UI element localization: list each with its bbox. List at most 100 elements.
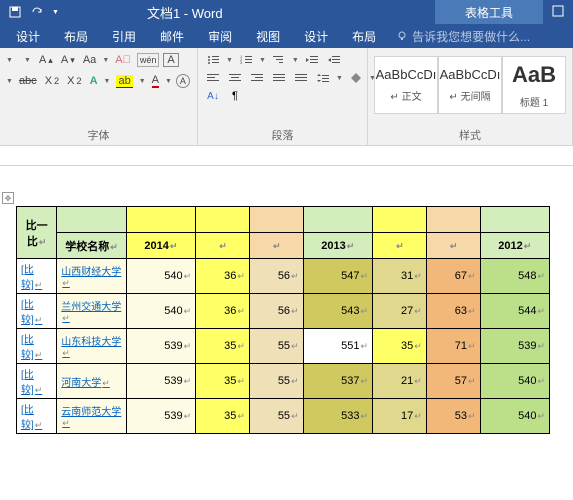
clear-format-button[interactable]: A⃠: [113, 52, 133, 68]
data-cell[interactable]: 36↵: [196, 259, 250, 294]
col-header[interactable]: 2014↵: [126, 233, 195, 259]
spacing-dropdown-icon[interactable]: ▼: [336, 75, 343, 82]
tell-me-search[interactable]: 告诉我您想要做什么...: [388, 28, 530, 45]
data-cell[interactable]: 21↵: [373, 364, 427, 399]
school-cell[interactable]: 河南大学↵: [57, 364, 126, 399]
data-cell[interactable]: 56↵: [249, 294, 303, 329]
data-cell[interactable]: 35↵: [196, 364, 250, 399]
tab-layout[interactable]: 布局: [52, 24, 100, 48]
col-header[interactable]: 2013↵: [303, 233, 372, 259]
compare-link[interactable]: [比较]↵: [17, 329, 57, 364]
grow-font-button[interactable]: A▴: [37, 52, 55, 68]
data-cell[interactable]: 17↵: [373, 399, 427, 434]
shading-button[interactable]: [347, 70, 365, 86]
distribute-button[interactable]: [292, 70, 310, 86]
style-heading1[interactable]: AaB 标题 1: [502, 56, 566, 114]
data-cell[interactable]: 63↵: [426, 294, 480, 329]
qat-dropdown-icon[interactable]: ▼: [52, 9, 59, 16]
data-cell[interactable]: 539↵: [126, 399, 195, 434]
data-cell[interactable]: 35↵: [373, 329, 427, 364]
col-header[interactable]: 2012↵: [480, 233, 550, 259]
data-cell[interactable]: 540↵: [126, 294, 195, 329]
redo-icon[interactable]: [30, 5, 44, 19]
data-cell[interactable]: 533↵: [303, 399, 372, 434]
data-cell[interactable]: 540↵: [126, 259, 195, 294]
numbering-dropdown-icon[interactable]: ▼: [259, 57, 266, 64]
col-header[interactable]: ↵: [426, 233, 480, 259]
font-color-button[interactable]: A: [150, 72, 161, 90]
sort-button[interactable]: A↓: [204, 88, 222, 104]
tab-table-design[interactable]: 设计: [292, 24, 340, 48]
multilevel-dropdown-icon[interactable]: ▼: [292, 57, 299, 64]
highlight-button[interactable]: ab: [114, 73, 134, 90]
data-cell[interactable]: 57↵: [426, 364, 480, 399]
tab-review[interactable]: 审阅: [196, 24, 244, 48]
tab-design[interactable]: 设计: [4, 24, 52, 48]
superscript-button[interactable]: X2: [65, 73, 83, 89]
data-cell[interactable]: 544↵: [480, 294, 550, 329]
data-cell[interactable]: 547↵: [303, 259, 372, 294]
school-cell[interactable]: 山西财经大学↵: [57, 259, 126, 294]
data-cell[interactable]: 540↵: [480, 364, 550, 399]
highlight-dropdown-icon[interactable]: ▼: [139, 78, 146, 85]
align-justify-button[interactable]: [270, 70, 288, 86]
data-table[interactable]: 比一比↵ 学校名称↵ 2014↵ ↵ ↵ 2013↵ ↵ ↵ 2012↵ [比较…: [16, 206, 550, 434]
school-cell[interactable]: 兰州交通大学↵: [57, 294, 126, 329]
tab-mailings[interactable]: 邮件: [148, 24, 196, 48]
tab-references[interactable]: 引用: [100, 24, 148, 48]
increase-indent-button[interactable]: [325, 52, 343, 68]
compare-link[interactable]: [比较]↵: [17, 399, 57, 434]
font-dropdown-icon[interactable]: ▼: [6, 57, 13, 64]
data-cell[interactable]: 67↵: [426, 259, 480, 294]
fontcolor-dropdown-icon[interactable]: ▼: [165, 78, 172, 85]
data-cell[interactable]: 543↵: [303, 294, 372, 329]
enclose-char-button[interactable]: A: [176, 74, 190, 88]
school-cell[interactable]: 云南师范大学↵: [57, 399, 126, 434]
text-effects-button[interactable]: A: [88, 73, 100, 89]
table-move-handle[interactable]: ✥: [2, 192, 14, 204]
phonetic-button[interactable]: wén: [137, 53, 160, 67]
data-cell[interactable]: 551↵: [303, 329, 372, 364]
case-dropdown-icon[interactable]: ▼: [102, 57, 109, 64]
data-cell[interactable]: 539↵: [126, 329, 195, 364]
minimize-icon[interactable]: [551, 7, 565, 21]
data-cell[interactable]: 56↵: [249, 259, 303, 294]
data-cell[interactable]: 539↵: [480, 329, 550, 364]
change-case-button[interactable]: Aa: [81, 52, 98, 68]
align-left-button[interactable]: [204, 70, 222, 86]
compare-link[interactable]: [比较]↵: [17, 259, 57, 294]
style-normal[interactable]: AaBbCcDı ↵ 正文: [374, 56, 438, 114]
data-cell[interactable]: 537↵: [303, 364, 372, 399]
bullets-button[interactable]: [204, 52, 222, 68]
tab-table-layout[interactable]: 布局: [340, 24, 388, 48]
strikethrough-button[interactable]: abc: [17, 73, 39, 89]
col-header[interactable]: ↵: [249, 233, 303, 259]
subscript-button[interactable]: X2: [43, 73, 61, 89]
col-header[interactable]: 学校名称↵: [57, 233, 126, 259]
ruler[interactable]: [0, 146, 573, 166]
corner-header[interactable]: 比一比↵: [17, 207, 57, 259]
data-cell[interactable]: 53↵: [426, 399, 480, 434]
data-cell[interactable]: 36↵: [196, 294, 250, 329]
data-cell[interactable]: 55↵: [249, 329, 303, 364]
col-header[interactable]: ↵: [373, 233, 427, 259]
save-icon[interactable]: [8, 5, 22, 19]
data-cell[interactable]: 55↵: [249, 399, 303, 434]
shrink-font-button[interactable]: A▾: [59, 52, 77, 68]
align-center-button[interactable]: [226, 70, 244, 86]
multilevel-button[interactable]: [270, 52, 288, 68]
underline-dropdown-icon[interactable]: ▼: [6, 78, 13, 85]
data-cell[interactable]: 71↵: [426, 329, 480, 364]
line-spacing-button[interactable]: [314, 70, 332, 86]
show-marks-button[interactable]: ¶: [226, 88, 244, 104]
compare-link[interactable]: [比较]↵: [17, 294, 57, 329]
tab-view[interactable]: 视图: [244, 24, 292, 48]
style-no-spacing[interactable]: AaBbCcDı ↵ 无间隔: [438, 56, 502, 114]
data-cell[interactable]: 35↵: [196, 329, 250, 364]
data-cell[interactable]: 540↵: [480, 399, 550, 434]
align-right-button[interactable]: [248, 70, 266, 86]
data-cell[interactable]: 548↵: [480, 259, 550, 294]
numbering-button[interactable]: 123: [237, 52, 255, 68]
char-border-button[interactable]: A: [163, 53, 178, 67]
data-cell[interactable]: 27↵: [373, 294, 427, 329]
